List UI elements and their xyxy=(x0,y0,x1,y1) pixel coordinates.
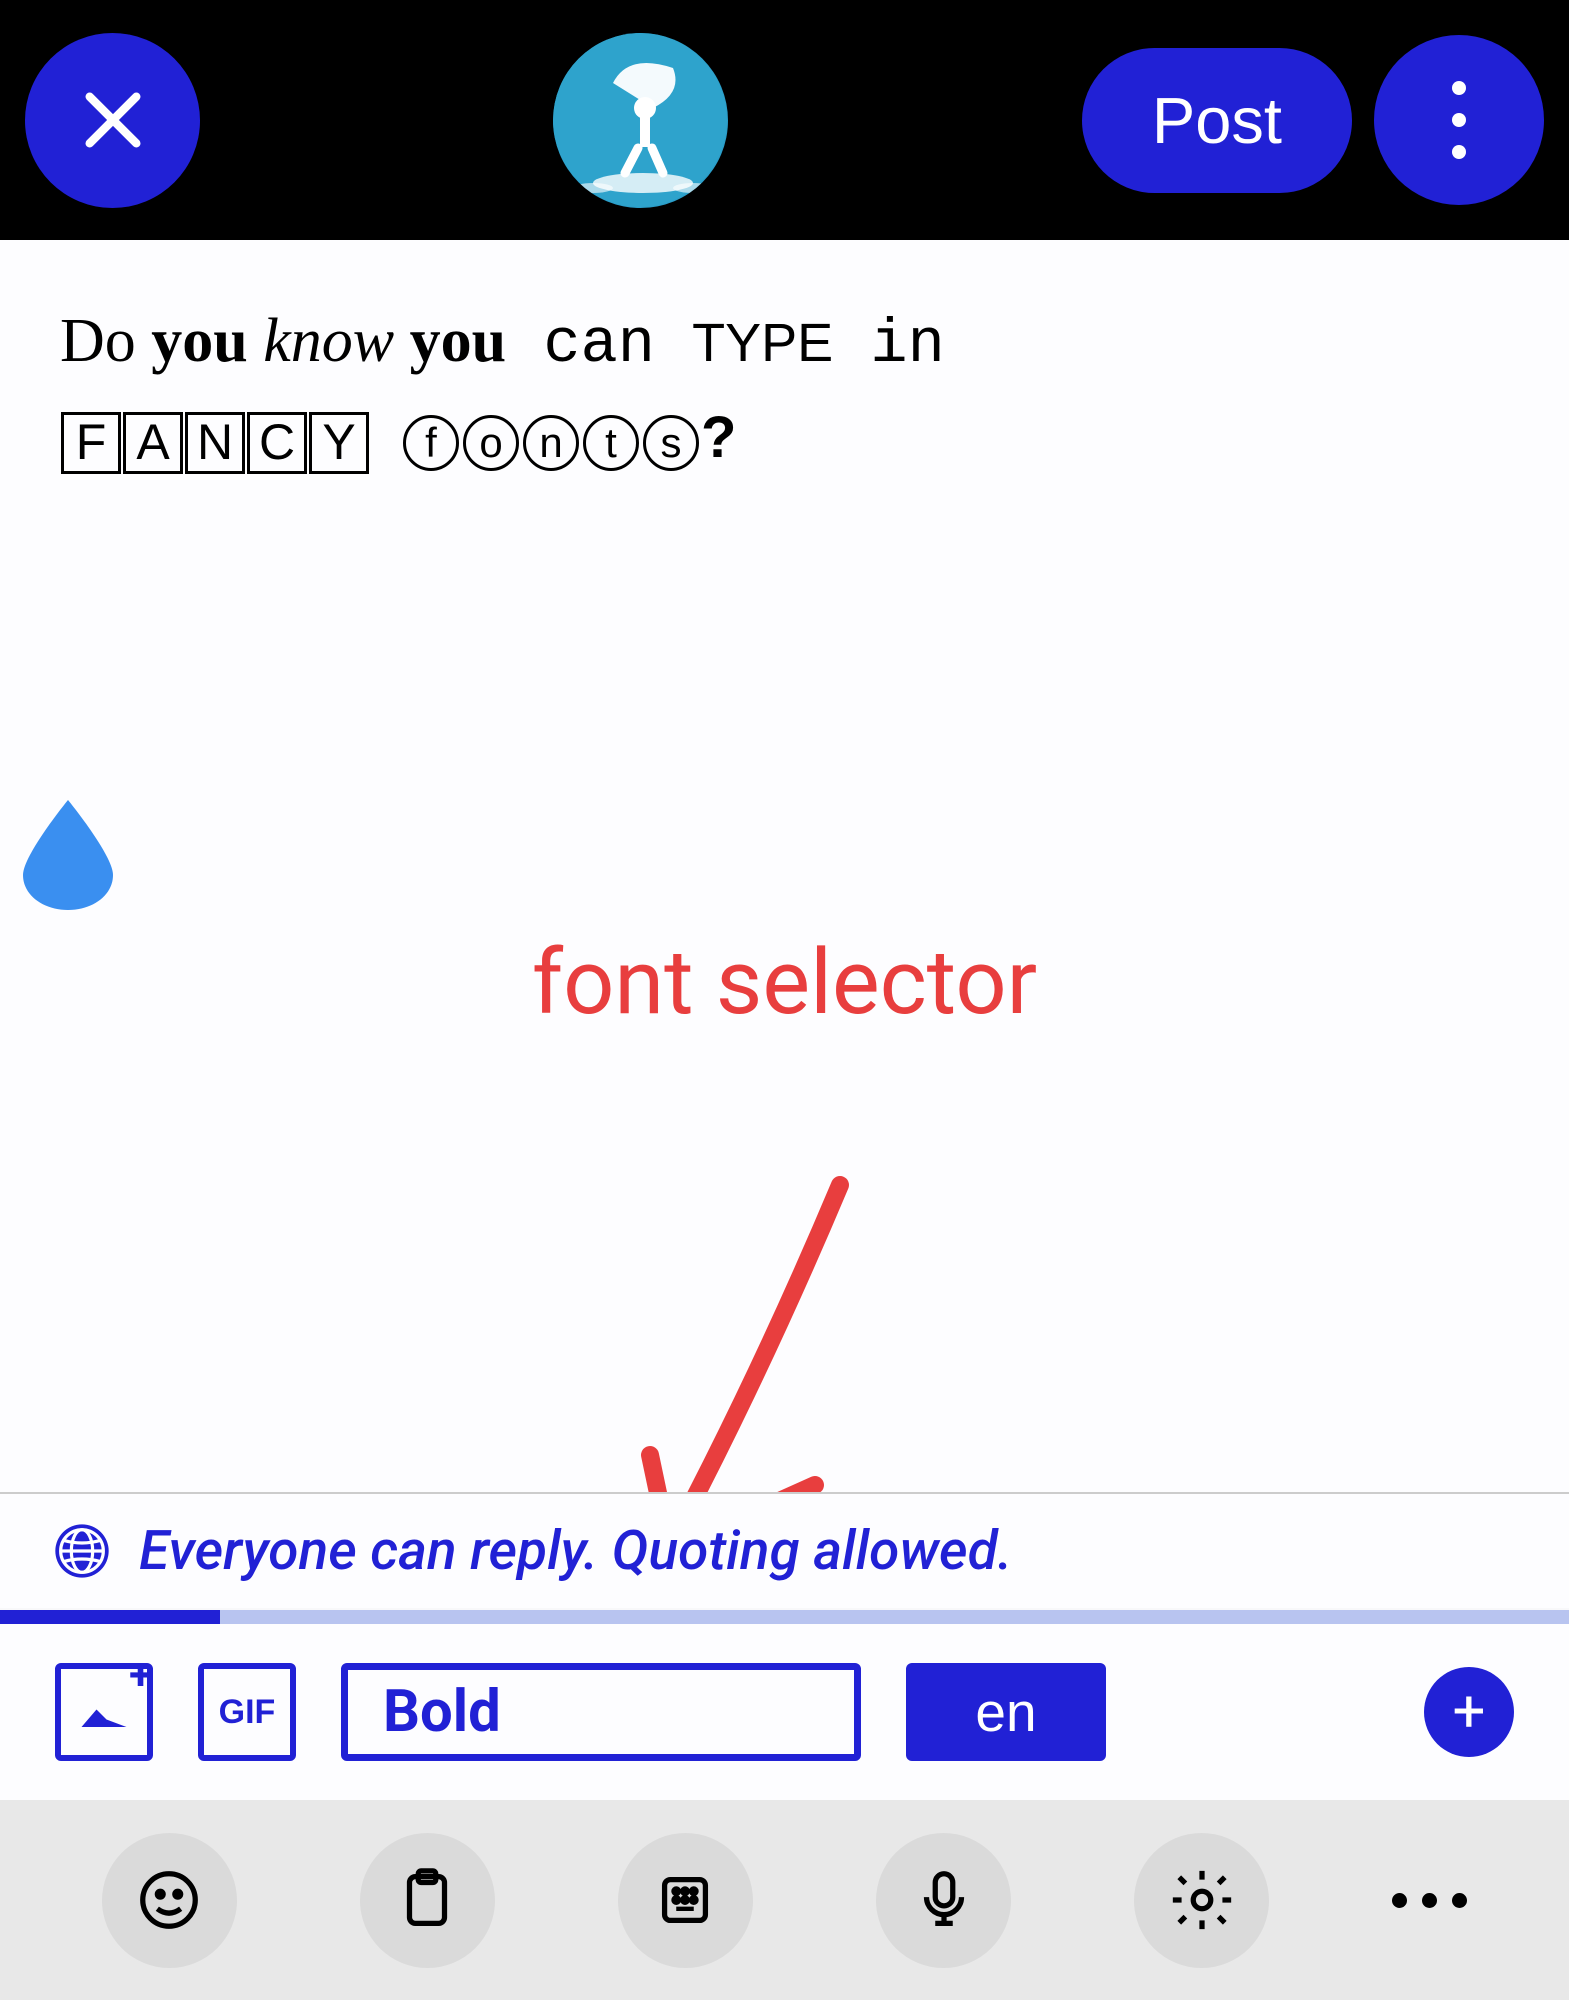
keyboard-more-button[interactable] xyxy=(1392,1893,1467,1908)
text-question: ? xyxy=(701,405,736,470)
boxed-letter: C xyxy=(247,412,307,474)
compose-toolbar: + GIF Bold en + xyxy=(0,1624,1569,1800)
text-type-caps: TYPE xyxy=(692,313,833,373)
post-button[interactable]: Post xyxy=(1082,48,1352,193)
add-thread-button[interactable]: + xyxy=(1424,1667,1514,1757)
boxed-letter: F xyxy=(61,412,121,474)
emoji-button[interactable] xyxy=(102,1833,237,1968)
circled-letter: t xyxy=(583,415,639,471)
add-gif-button[interactable]: GIF xyxy=(198,1663,296,1761)
close-button[interactable] xyxy=(25,33,200,208)
text-cursor-handle[interactable] xyxy=(23,800,113,910)
header-right-group: Post xyxy=(1082,35,1544,205)
keyboard-switch-button[interactable] xyxy=(618,1833,753,1968)
keyboard-toolbar xyxy=(0,1800,1569,2000)
voice-input-button[interactable] xyxy=(876,1833,1011,1968)
boxed-letter: Y xyxy=(309,412,369,474)
close-x-icon xyxy=(73,80,153,160)
clipboard-button[interactable] xyxy=(360,1833,495,1968)
gear-icon xyxy=(1167,1865,1237,1935)
text-you-bold2: you xyxy=(410,307,506,375)
circled-letter: f xyxy=(403,415,459,471)
character-progress-fill xyxy=(0,1610,220,1624)
boxed-letter: N xyxy=(185,412,245,474)
globe-icon xyxy=(50,1519,114,1583)
circled-letter: n xyxy=(523,415,579,471)
keyboard-icon xyxy=(650,1865,720,1935)
circled-letter: s xyxy=(643,415,699,471)
gif-icon: GIF xyxy=(219,1693,276,1732)
compose-text: Do you know you can TYPE in FANCY fonts? xyxy=(60,295,1509,484)
more-dot-icon xyxy=(1422,1893,1437,1908)
more-dot-icon xyxy=(1452,1893,1467,1908)
fancy-boxed-letters: FANCY xyxy=(60,403,370,471)
character-progress-track xyxy=(0,1610,1569,1624)
profile-avatar[interactable] xyxy=(553,33,728,208)
keyboard-settings-button[interactable] xyxy=(1134,1833,1269,1968)
compose-header: Post xyxy=(0,0,1569,240)
font-style-selector[interactable]: Bold xyxy=(341,1663,861,1761)
text-know-italic: know xyxy=(248,307,410,375)
font-style-label: Bold xyxy=(383,1678,501,1746)
reply-settings-bar[interactable]: Everyone can reply. Quoting allowed. xyxy=(0,1492,1569,1608)
image-icon xyxy=(74,1682,134,1742)
avatar-image xyxy=(553,33,728,208)
text-can-mono: can xyxy=(506,309,692,380)
text-do: Do xyxy=(60,307,151,375)
plus-badge-icon: + xyxy=(129,1651,152,1700)
boxed-letter: A xyxy=(123,412,183,474)
microphone-icon xyxy=(909,1865,979,1935)
more-dot-icon xyxy=(1392,1893,1407,1908)
language-button[interactable]: en xyxy=(906,1663,1106,1761)
reply-settings-text: Everyone can reply. Quoting allowed. xyxy=(139,1519,1012,1583)
more-dot-icon xyxy=(1452,113,1466,127)
more-dot-icon xyxy=(1452,145,1466,159)
circled-letter: o xyxy=(463,415,519,471)
text-in: in xyxy=(833,309,945,380)
more-dot-icon xyxy=(1452,81,1466,95)
annotation-label: font selector xyxy=(532,930,1037,1035)
text-you-bold: you xyxy=(151,307,247,375)
add-image-button[interactable]: + xyxy=(55,1663,153,1761)
emoji-icon xyxy=(134,1865,204,1935)
clipboard-icon xyxy=(392,1865,462,1935)
fonts-circled-letters: fonts xyxy=(401,403,701,471)
more-options-button[interactable] xyxy=(1374,35,1544,205)
plus-icon: + xyxy=(1453,1678,1486,1746)
